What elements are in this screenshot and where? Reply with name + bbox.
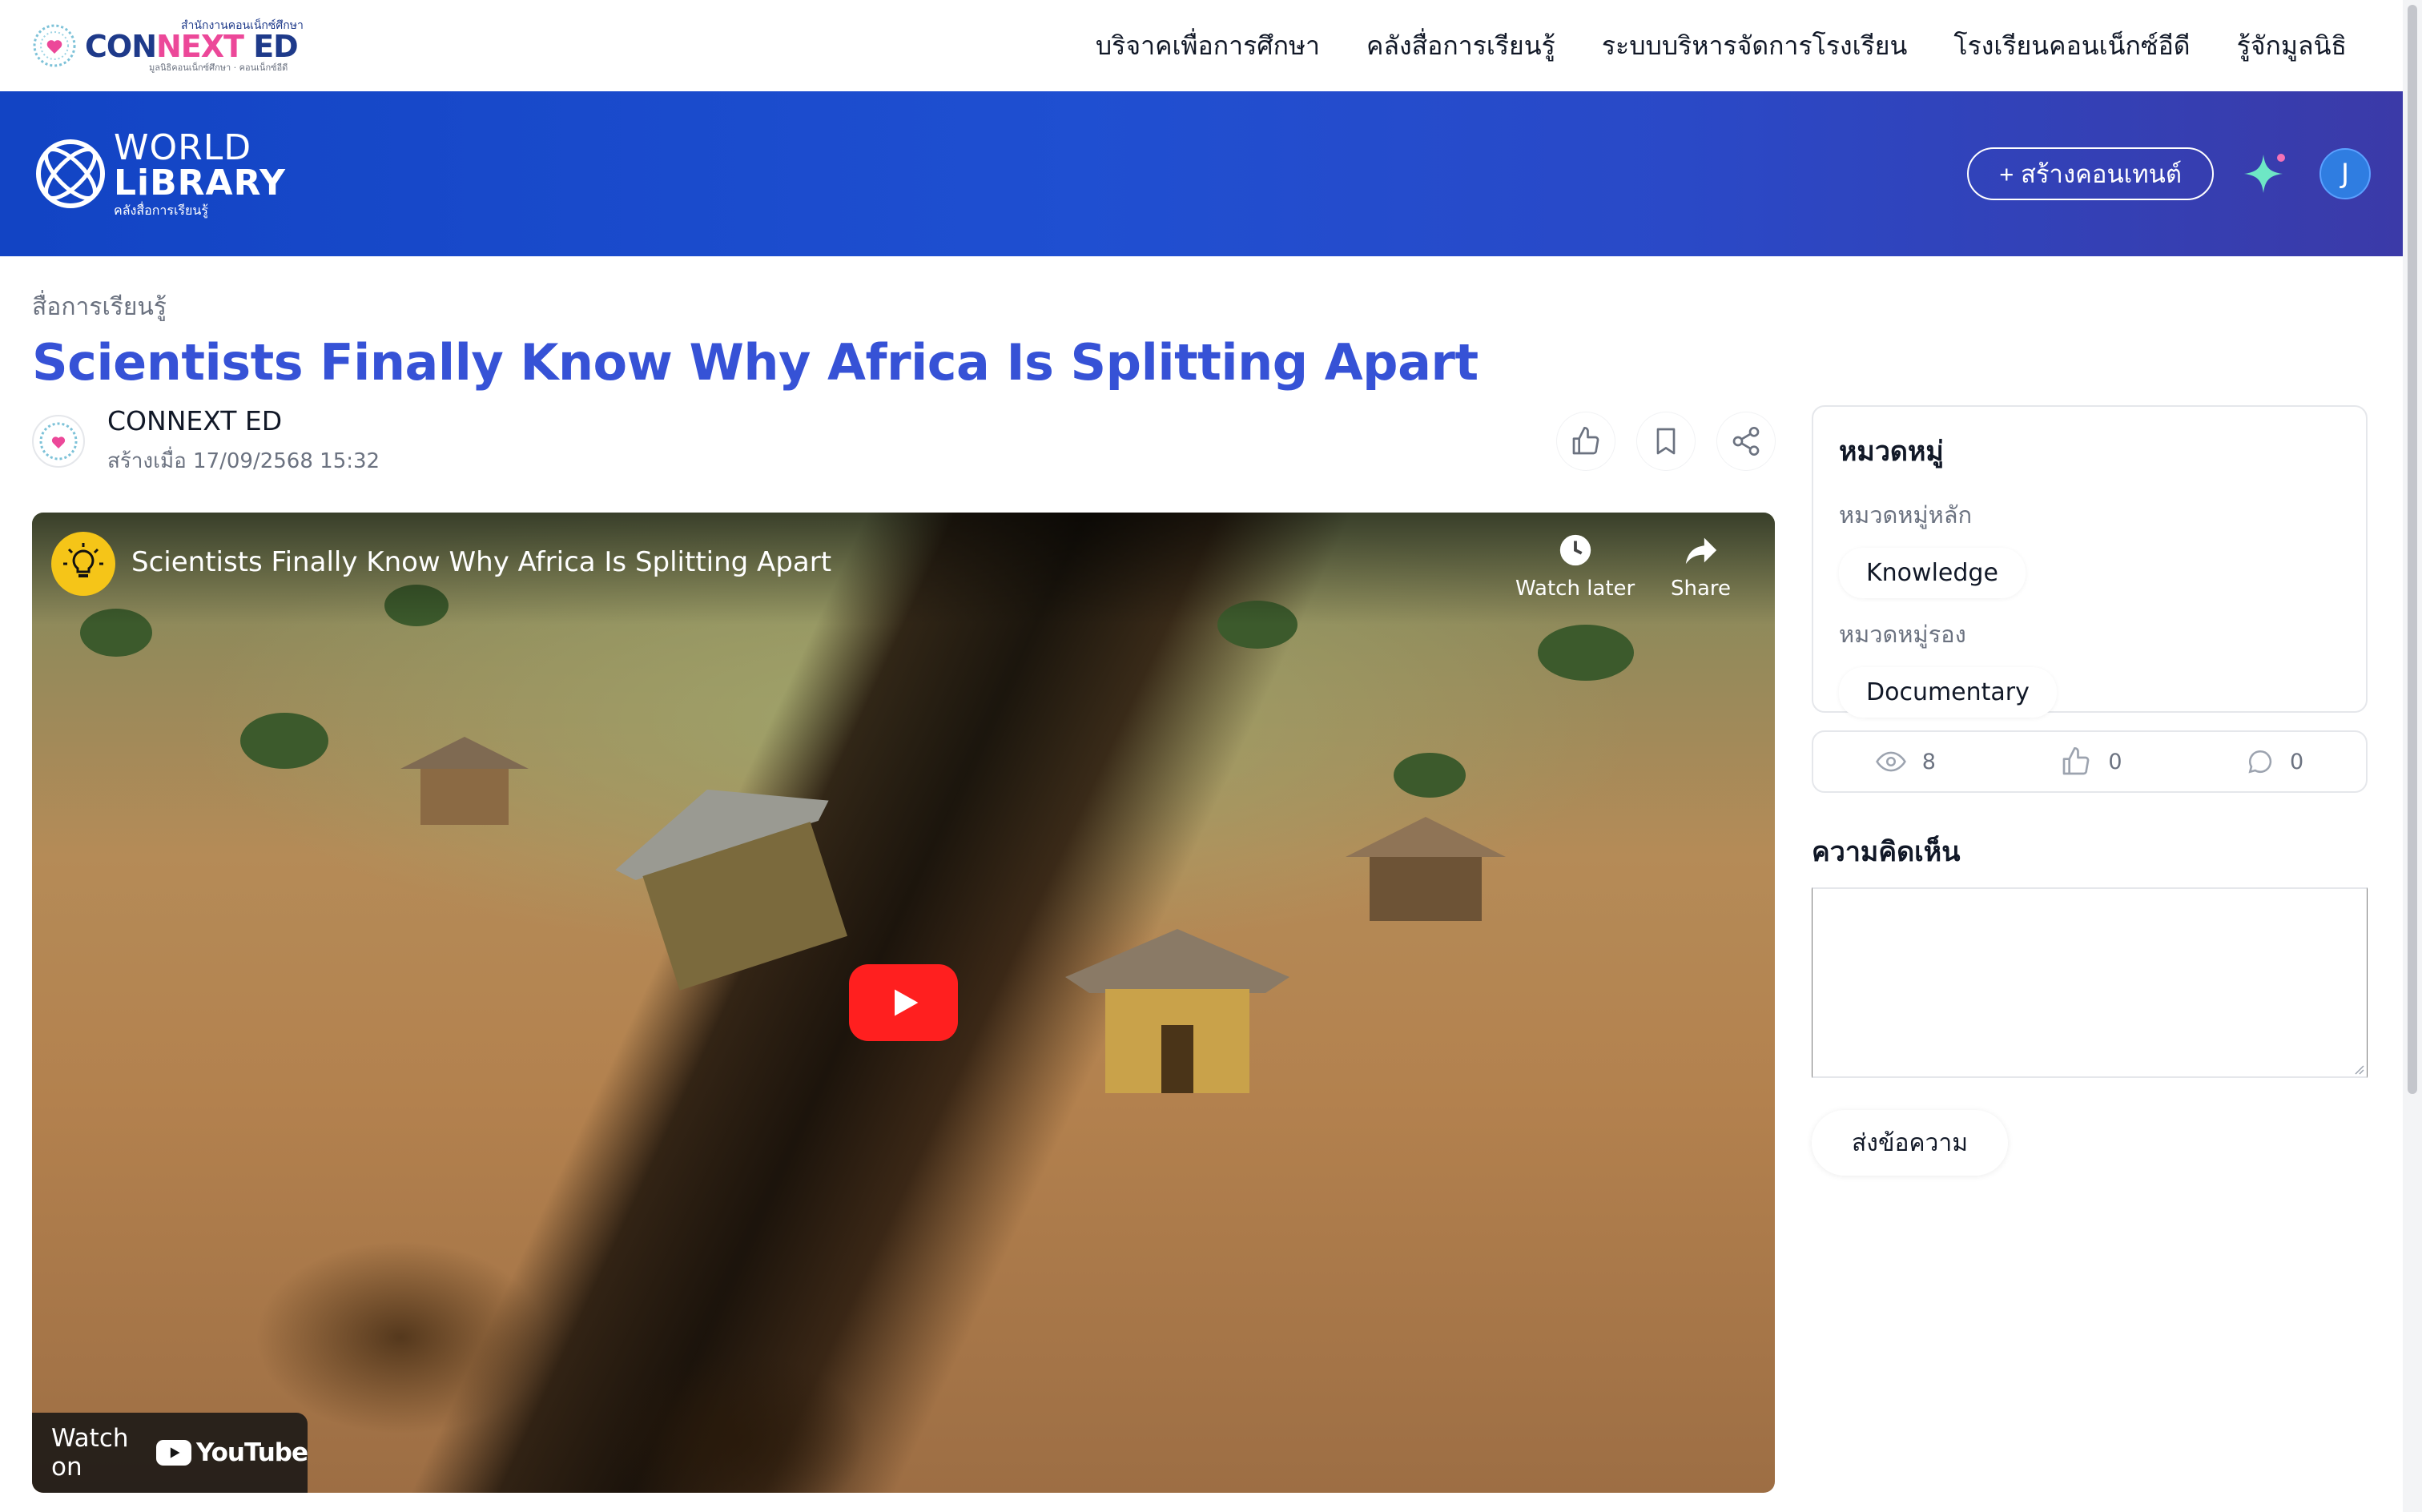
like-icon	[2063, 747, 2090, 775]
nav-donate[interactable]: บริจาคเพื่อการศึกษา	[1096, 26, 1320, 66]
youtube-video-player[interactable]: Scientists Finally Know Why Africa Is Sp…	[32, 513, 1775, 1493]
brand-tagline: มูลนิธิคอนเน็กซ์ศึกษา · คอนเน็กซ์อีดี	[149, 62, 288, 73]
logo-word-world: WORLD	[114, 127, 252, 168]
created-date: สร้างเมื่อ 17/09/2568 15:32	[107, 449, 380, 473]
watch-on-label: Watch on	[51, 1424, 129, 1482]
create-content-button[interactable]: + สร้างคอนเทนต์	[1967, 147, 2214, 200]
logo-word-library: LiBRARY	[114, 163, 286, 203]
page-scrollbar[interactable]	[2403, 0, 2422, 1512]
stats-bar: 8 0 0	[1812, 730, 2368, 793]
likes-stat[interactable]: 0	[2060, 746, 2122, 778]
views-count: 8	[1921, 749, 1936, 774]
nav-media-library[interactable]: คลังสื่อการเรียนรู้	[1366, 26, 1555, 66]
play-button[interactable]	[849, 964, 958, 1041]
author-row: CONNEXT ED สร้างเมื่อ 17/09/2568 15:32	[32, 405, 1775, 476]
like-icon	[1572, 427, 1599, 455]
heart-logo-icon	[32, 20, 77, 71]
main-category-label: หมวดหมู่หลัก	[1839, 501, 1973, 529]
video-share-button[interactable]: Share	[1671, 532, 1731, 601]
watch-on-youtube-button[interactable]: Watch on YouTube	[32, 1413, 308, 1493]
comment-input[interactable]	[1812, 887, 2368, 1078]
likes-count: 0	[2108, 749, 2122, 774]
watch-later-button[interactable]: Watch later	[1515, 532, 1635, 601]
category-title: หมวดหมู่	[1839, 436, 1944, 468]
sub-category-chip[interactable]: Documentary	[1839, 667, 2057, 718]
comments-count: 0	[2290, 749, 2304, 774]
sparkle-icon[interactable]	[2241, 148, 2292, 199]
resize-handle-icon[interactable]	[2352, 1062, 2364, 1075]
top-navigation: สำนักงานคอนเน็กซ์ศึกษา CONNEXT ED มูลนิธ…	[0, 0, 2403, 91]
connext-ed-logo[interactable]: สำนักงานคอนเน็กซ์ศึกษา CONNEXT ED มูลนิธ…	[32, 20, 304, 72]
scene-hut	[1057, 921, 1298, 1097]
nav-about-foundation[interactable]: รู้จักมูลนิธิ	[2237, 26, 2347, 66]
comments-stat: 0	[2247, 748, 2303, 775]
eye-icon	[1875, 751, 1906, 772]
main-nav: บริจาคเพื่อการศึกษา คลังสื่อการเรียนรู้ …	[1096, 26, 2347, 66]
lightbulb-icon	[63, 543, 103, 577]
nav-connext-schools[interactable]: โรงเรียนคอนเน็กซ์อีดี	[1953, 26, 2190, 66]
scrollbar-thumb[interactable]	[2408, 5, 2417, 1094]
watch-later-label: Watch later	[1515, 577, 1635, 601]
clock-icon	[1559, 534, 1591, 566]
world-library-logo[interactable]: WORLD LiBRARY คลังสื่อการเรียนรู้	[32, 131, 286, 217]
breadcrumb[interactable]: สื่อการเรียนรู้	[32, 288, 167, 326]
world-library-icon	[36, 139, 105, 208]
nav-school-management[interactable]: ระบบบริหารจัดการโรงเรียน	[1602, 26, 1908, 66]
comment-icon	[2248, 750, 2272, 774]
author-name: CONNEXT ED	[107, 405, 283, 436]
scene-hut	[400, 737, 529, 825]
main-category-chip[interactable]: Knowledge	[1839, 548, 2026, 598]
views-stat: 8	[1875, 746, 1936, 777]
scene-tree	[1538, 625, 1634, 681]
bookmark-icon	[1656, 428, 1676, 455]
video-title[interactable]: Scientists Finally Know Why Africa Is Sp…	[131, 546, 831, 578]
category-card: หมวดหมู่ หมวดหมู่หลัก Knowledge หมวดหมู่…	[1812, 405, 2368, 718]
youtube-logo: YouTube	[156, 1438, 308, 1467]
brand-name: CONNEXT ED	[85, 28, 299, 64]
world-library-header: WORLD LiBRARY คลังสื่อการเรียนรู้ + สร้า…	[0, 91, 2403, 256]
play-icon	[895, 989, 919, 1016]
logo-subtitle: คลังสื่อการเรียนรู้	[114, 203, 208, 218]
content-actions	[1557, 412, 1775, 470]
sub-category-label: หมวดหมู่รอง	[1839, 621, 1966, 648]
scene-tree	[1394, 753, 1466, 798]
comments-heading: ความคิดเห็น	[1812, 836, 1961, 868]
share-icon	[1732, 427, 1760, 456]
share-label: Share	[1671, 577, 1732, 601]
author-avatar	[32, 415, 85, 468]
user-avatar[interactable]: J	[2319, 148, 2371, 199]
bookmark-button[interactable]	[1637, 412, 1695, 470]
scene-hut	[1346, 817, 1506, 921]
header-actions: + สร้างคอนเทนต์ J	[1967, 147, 2371, 200]
youtube-icon	[156, 1440, 191, 1466]
send-comment-button[interactable]: ส่งข้อความ	[1812, 1110, 2009, 1176]
scene-hut	[585, 750, 889, 1011]
channel-avatar[interactable]	[51, 532, 115, 596]
page-title: Scientists Finally Know Why Africa Is Sp…	[32, 333, 1479, 392]
scene-tree	[240, 713, 328, 769]
share-button[interactable]	[1717, 412, 1775, 470]
like-button[interactable]	[1557, 412, 1615, 470]
share-arrow-icon	[1685, 537, 1716, 565]
